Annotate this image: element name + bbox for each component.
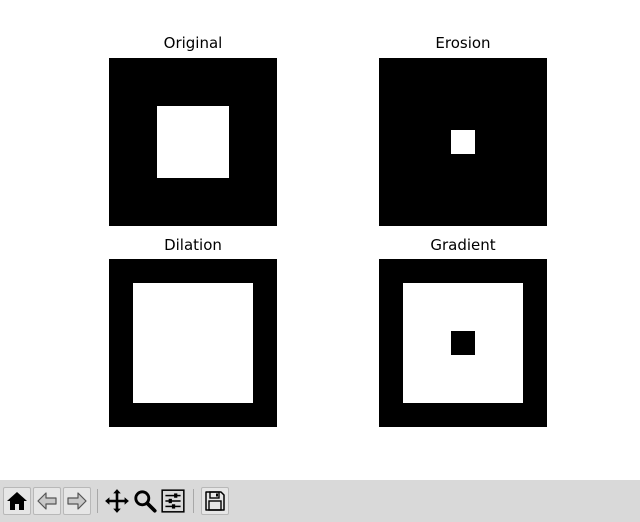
white-square [133,283,253,403]
panel-title-original: Original [163,34,223,52]
image-gradient [379,259,547,427]
white-square [157,106,229,178]
plot-window: Original Erosion Dilation Gradient [0,0,640,522]
pan-button[interactable] [103,487,131,515]
zoom-button[interactable] [131,487,159,515]
home-icon [7,492,27,510]
magnifier-icon [134,490,157,513]
arrow-right-icon [67,492,87,510]
image-original [109,58,277,226]
back-button[interactable] [33,487,61,515]
navigation-toolbar [0,480,640,522]
white-square [451,130,475,154]
black-center-square [451,331,475,355]
home-button[interactable] [3,487,31,515]
forward-button[interactable] [63,487,91,515]
image-erosion [379,58,547,226]
configure-subplots-button[interactable] [159,487,187,515]
arrow-left-icon [37,492,57,510]
save-button[interactable] [201,487,229,515]
move-icon [105,489,129,513]
image-dilation [109,259,277,427]
panel-title-gradient: Gradient [430,236,496,254]
toolbar-separator [97,489,98,513]
panel-title-dilation: Dilation [164,236,222,254]
panel-title-erosion: Erosion [435,34,491,52]
floppy-disk-icon [205,491,225,511]
sliders-icon [161,489,185,513]
toolbar-separator [193,489,194,513]
figure-canvas: Original Erosion Dilation Gradient [0,0,640,480]
